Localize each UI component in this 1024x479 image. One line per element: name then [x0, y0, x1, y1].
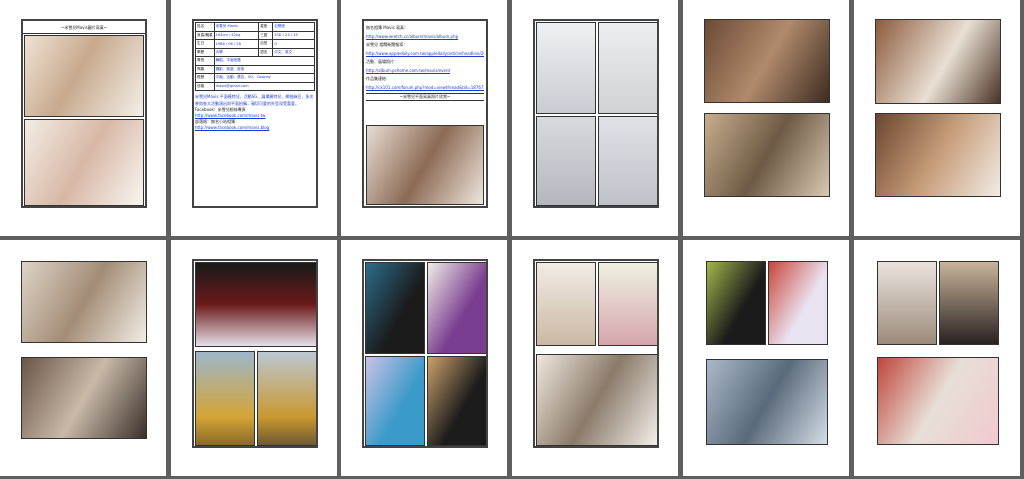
field-label: 星座: [258, 22, 274, 32]
page-8[interactable]: [171, 240, 337, 476]
page-11[interactable]: [683, 240, 849, 476]
page-9[interactable]: [341, 240, 507, 476]
photo: [536, 354, 657, 446]
photo: [427, 262, 486, 354]
field-label: 興趣: [195, 64, 215, 74]
profile-row: 興趣 攝影、旅遊、逛街: [195, 64, 316, 74]
link-label: 作品集連結：: [366, 76, 390, 81]
photo: [365, 356, 425, 446]
photo-grid: [192, 259, 318, 448]
field-value: mavis@gmail.com: [213, 81, 316, 91]
photo: [598, 262, 657, 346]
photo: [21, 357, 147, 439]
photo: [536, 262, 596, 346]
photo-stack: [21, 259, 147, 448]
link-label: 米雪兒 相關新聞報導：: [366, 42, 408, 47]
link-label: 活動、展場照片：: [366, 59, 398, 64]
field-value: 攝影、旅遊、逛街: [213, 64, 316, 74]
photo: [536, 22, 596, 114]
photo: [427, 356, 486, 446]
profile-row: 信箱 mavis@gmail.com: [195, 81, 316, 91]
profile-row: 身高/體重 163cm / 42kg 三圍 33D / 23 / 33: [195, 30, 315, 40]
photo-stack: [875, 19, 1001, 208]
field-value: 中文、英文: [272, 47, 315, 57]
field-value: O: [272, 39, 315, 49]
blog-link[interactable]: http://www.facebook.com/mavis.blog: [195, 125, 315, 131]
photo: [24, 119, 144, 206]
photo: [365, 262, 425, 354]
photo: [768, 261, 828, 345]
profile-table: 姓名 米雪兒 Mavis 星座 巨蟹座 身高/體重 163cm / 42kg 三圍 33D /…: [192, 19, 318, 208]
field-label: 三圍: [258, 30, 274, 40]
field-value: 33D / 23 / 33: [272, 30, 315, 40]
photo: [706, 359, 828, 445]
photo-grid: [875, 259, 1001, 448]
photo-grid: [533, 259, 659, 448]
field-value: 163cm / 42kg: [213, 30, 260, 40]
photo: [598, 22, 657, 114]
photo: [704, 19, 830, 103]
profile-row: 姓名 米雪兒 Mavis 星座 巨蟹座: [195, 22, 315, 32]
photo: [24, 35, 144, 117]
photo-grid: [704, 259, 830, 448]
section-title: ~米雪兒平面寫真照片欣賞~: [366, 93, 484, 101]
page-5[interactable]: [683, 0, 849, 236]
page-1-content: ~米雪兒Mavis圖片寫真~: [21, 19, 147, 208]
photo-stack: [704, 19, 830, 208]
event-poster: [195, 262, 316, 347]
page-1[interactable]: ~米雪兒Mavis圖片寫真~: [0, 0, 166, 236]
page-10[interactable]: [512, 240, 678, 476]
profile-row: 生日 1988 / 06 / 28 血型 O: [195, 39, 315, 49]
page-title: ~米雪兒Mavis圖片寫真~: [23, 21, 145, 34]
photo: [877, 261, 937, 345]
photo: [939, 261, 999, 345]
photo-grid: [362, 259, 488, 448]
field-label: 血型: [258, 39, 274, 49]
photo: [706, 261, 766, 345]
photo: [21, 261, 147, 343]
page-12[interactable]: [854, 240, 1020, 476]
field-value: 米雪兒 Mavis: [213, 22, 260, 32]
photo-grid: [533, 19, 659, 208]
field-value: 平面、活動、廣告、SG、Cosplay: [213, 73, 316, 83]
field-value: 巨蟹座: [272, 22, 315, 32]
field-label: 語言: [258, 47, 274, 57]
photo: [877, 357, 999, 445]
field-label: 身高/體重: [195, 30, 215, 40]
field-value: 舞蹈、平面拍攝: [213, 56, 316, 66]
field-value: 1988 / 06 / 28: [213, 39, 260, 49]
field-value: 大學: [213, 47, 260, 57]
field-label: 專長: [195, 56, 215, 66]
link-url[interactable]: http://album.pchome.com.tw/mavis/event: [366, 68, 484, 74]
field-label: 姓名: [195, 22, 215, 32]
photo: [195, 351, 255, 446]
link-url[interactable]: http://www.wretch.cc/album/mavis/album.p…: [366, 34, 484, 40]
field-label: 生日: [195, 39, 215, 49]
links-box: 無名相簿 Mavis 寫真： http://www.wretch.cc/album…: [362, 19, 488, 208]
field-label: 信箱: [195, 81, 215, 91]
photo: [598, 116, 657, 206]
photo: [536, 116, 596, 206]
photo: [366, 125, 484, 205]
photo: [257, 351, 316, 446]
link-url[interactable]: http://www.appledaily.com.tw/appledaily/…: [366, 51, 484, 57]
page-6[interactable]: [854, 0, 1020, 236]
profile-row: 專長 舞蹈、平面拍攝: [195, 56, 316, 66]
profile-row: 經歷 平面、活動、廣告、SG、Cosplay: [195, 73, 316, 83]
bio-text: 米雪兒Mavis 平面模特兒、活動SG、展場模特兒、網拍麻豆，多次參與各大活動演…: [195, 94, 314, 106]
page-7[interactable]: [0, 240, 166, 476]
photo: [875, 19, 1001, 104]
field-label: 學歷: [195, 47, 215, 57]
link-url[interactable]: http://ck101.com/forum.php?mod=viewthrea…: [366, 85, 484, 91]
photo: [875, 113, 1001, 197]
page-4[interactable]: [512, 0, 678, 236]
link-label: 無名相簿 Mavis 寫真：: [366, 25, 409, 30]
field-label: 經歷: [195, 73, 215, 83]
page-2[interactable]: 姓名 米雪兒 Mavis 星座 巨蟹座 身高/體重 163cm / 42kg 三圍 33D /…: [171, 0, 337, 236]
photo: [704, 113, 830, 197]
profile-row: 學歷 大學 語言 中文、英文: [195, 47, 315, 57]
page-3[interactable]: 無名相簿 Mavis 寫真： http://www.wretch.cc/album…: [341, 0, 507, 236]
